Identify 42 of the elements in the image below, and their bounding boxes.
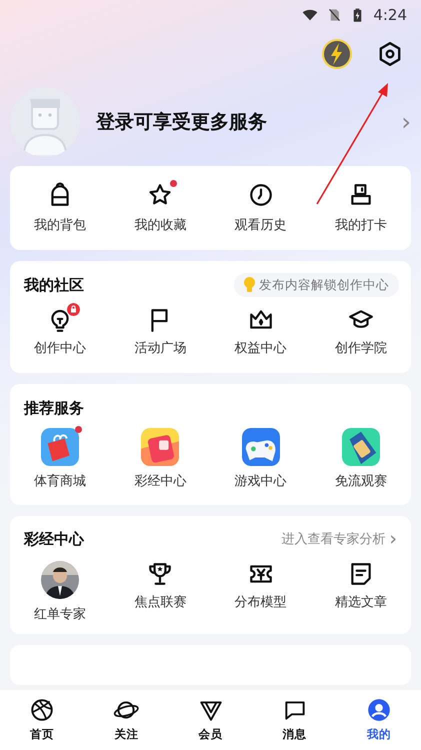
nav-tab[interactable]: 我的: [336, 696, 421, 744]
shortcut-item[interactable]: 创作学院: [310, 307, 411, 359]
shortcut-item[interactable]: 体育商城: [10, 428, 110, 492]
nav-tab[interactable]: 首页: [0, 696, 84, 744]
sim-card-app-icon: [342, 428, 380, 466]
shortcut-item[interactable]: 创作中心: [10, 307, 110, 359]
settings-icon[interactable]: [377, 41, 403, 67]
shortcut-item[interactable]: 焦点联赛: [110, 560, 210, 624]
trophy-icon: [147, 560, 174, 587]
shortcut-item[interactable]: 观看历史: [210, 182, 311, 236]
nav-tab[interactable]: 关注: [84, 696, 168, 744]
lightbulb-icon: [244, 277, 255, 292]
shortcut-item[interactable]: 我的收藏: [110, 182, 210, 236]
shortcut-item[interactable]: 我的背包: [10, 182, 110, 236]
status-time: 4:24: [373, 4, 407, 26]
gamepad-app-icon: [242, 428, 280, 466]
shortcut-item[interactable]: 游戏中心: [210, 428, 311, 492]
shortcut-item[interactable]: 免流观赛: [310, 428, 411, 492]
profile-icon: [366, 696, 392, 723]
shortcut-item[interactable]: 分布模型: [210, 560, 311, 624]
shortcut-item[interactable]: 活动广场: [110, 307, 210, 359]
shortcut-item[interactable]: 权益中心: [210, 307, 311, 359]
clock-icon: [248, 182, 274, 208]
chevron-icon[interactable]: ›: [389, 530, 397, 549]
expert-analysis-link[interactable]: 进入查看专家分析: [281, 530, 386, 550]
dice-app-icon: [141, 428, 180, 466]
nav-tab[interactable]: 消息: [252, 696, 337, 744]
no-sim-icon: [327, 7, 342, 23]
lightning-badge-icon[interactable]: [321, 38, 353, 70]
shortcut-item[interactable]: 红单专家: [10, 560, 110, 624]
shortcut-item[interactable]: 彩经中心: [110, 428, 210, 492]
shopping-bag-app-icon: [41, 428, 80, 466]
basketball-icon: [29, 696, 56, 723]
wifi-icon: [301, 7, 320, 23]
section-title: 彩经中心: [24, 529, 84, 550]
shortcut-item[interactable]: 精选文章: [310, 560, 411, 624]
section-title: 推荐服务: [24, 398, 84, 417]
section-title: 我的社区: [24, 274, 84, 296]
unlock-hint: 发布内容解锁创作中心: [259, 276, 389, 294]
shortcut-item[interactable]: 我的打卡: [310, 182, 411, 236]
login-prompt[interactable]: 登录可享受更多服务: [96, 108, 386, 136]
nav-tab[interactable]: 会员: [168, 696, 253, 744]
